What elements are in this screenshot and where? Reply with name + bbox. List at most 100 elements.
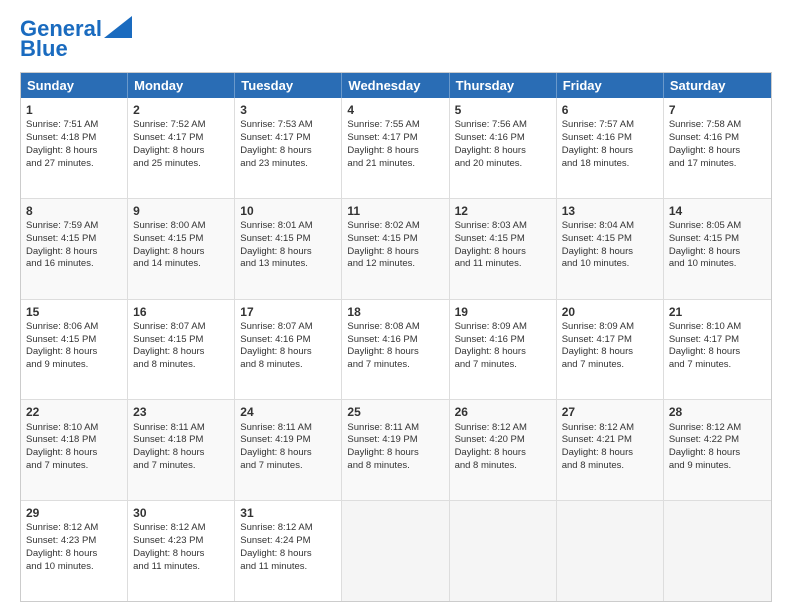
day-cell-16: 16Sunrise: 8:07 AMSunset: 4:15 PMDayligh… bbox=[128, 300, 235, 400]
day-info-line: Sunrise: 7:52 AM bbox=[133, 119, 229, 132]
day-cell-12: 12Sunrise: 8:03 AMSunset: 4:15 PMDayligh… bbox=[450, 199, 557, 299]
day-info-line: Daylight: 8 hours bbox=[347, 246, 443, 259]
day-info-line: Sunset: 4:18 PM bbox=[133, 434, 229, 447]
day-number: 21 bbox=[669, 304, 766, 320]
day-info-line: and 17 minutes. bbox=[669, 158, 766, 171]
day-cell-1: 1Sunrise: 7:51 AMSunset: 4:18 PMDaylight… bbox=[21, 98, 128, 198]
day-info-line: Daylight: 8 hours bbox=[347, 145, 443, 158]
day-info-line: Sunset: 4:15 PM bbox=[26, 334, 122, 347]
day-cell-11: 11Sunrise: 8:02 AMSunset: 4:15 PMDayligh… bbox=[342, 199, 449, 299]
day-info-line: Daylight: 8 hours bbox=[562, 447, 658, 460]
day-number: 24 bbox=[240, 404, 336, 420]
day-number: 27 bbox=[562, 404, 658, 420]
day-info-line: Daylight: 8 hours bbox=[562, 246, 658, 259]
header-day-wednesday: Wednesday bbox=[342, 73, 449, 98]
day-info-line: Daylight: 8 hours bbox=[133, 246, 229, 259]
logo-blue: Blue bbox=[20, 36, 68, 62]
day-number: 8 bbox=[26, 203, 122, 219]
day-cell-31: 31Sunrise: 8:12 AMSunset: 4:24 PMDayligh… bbox=[235, 501, 342, 601]
day-info-line: Sunrise: 8:10 AM bbox=[26, 422, 122, 435]
day-info-line: Sunset: 4:15 PM bbox=[133, 334, 229, 347]
day-cell-18: 18Sunrise: 8:08 AMSunset: 4:16 PMDayligh… bbox=[342, 300, 449, 400]
day-info-line: and 8 minutes. bbox=[133, 359, 229, 372]
day-info-line: Daylight: 8 hours bbox=[26, 145, 122, 158]
day-info-line: Sunset: 4:16 PM bbox=[347, 334, 443, 347]
calendar-row-1: 1Sunrise: 7:51 AMSunset: 4:18 PMDaylight… bbox=[21, 98, 771, 198]
day-cell-30: 30Sunrise: 8:12 AMSunset: 4:23 PMDayligh… bbox=[128, 501, 235, 601]
day-number: 15 bbox=[26, 304, 122, 320]
day-number: 19 bbox=[455, 304, 551, 320]
day-cell-4: 4Sunrise: 7:55 AMSunset: 4:17 PMDaylight… bbox=[342, 98, 449, 198]
day-info-line: Sunrise: 8:12 AM bbox=[669, 422, 766, 435]
day-info-line: Sunset: 4:15 PM bbox=[455, 233, 551, 246]
day-info-line: Sunrise: 8:07 AM bbox=[240, 321, 336, 334]
day-cell-20: 20Sunrise: 8:09 AMSunset: 4:17 PMDayligh… bbox=[557, 300, 664, 400]
day-info-line: Sunset: 4:17 PM bbox=[347, 132, 443, 145]
calendar-body: 1Sunrise: 7:51 AMSunset: 4:18 PMDaylight… bbox=[21, 98, 771, 601]
day-cell-23: 23Sunrise: 8:11 AMSunset: 4:18 PMDayligh… bbox=[128, 400, 235, 500]
day-cell-5: 5Sunrise: 7:56 AMSunset: 4:16 PMDaylight… bbox=[450, 98, 557, 198]
day-info-line: Sunrise: 8:12 AM bbox=[240, 522, 336, 535]
header-day-tuesday: Tuesday bbox=[235, 73, 342, 98]
header-day-sunday: Sunday bbox=[21, 73, 128, 98]
day-info-line: Sunset: 4:17 PM bbox=[669, 334, 766, 347]
day-info-line: and 9 minutes. bbox=[669, 460, 766, 473]
day-info-line: Sunrise: 7:57 AM bbox=[562, 119, 658, 132]
day-info-line: and 7 minutes. bbox=[562, 359, 658, 372]
day-info-line: Daylight: 8 hours bbox=[240, 346, 336, 359]
day-cell-28: 28Sunrise: 8:12 AMSunset: 4:22 PMDayligh… bbox=[664, 400, 771, 500]
day-info-line: Sunset: 4:17 PM bbox=[240, 132, 336, 145]
header-day-friday: Friday bbox=[557, 73, 664, 98]
day-cell-6: 6Sunrise: 7:57 AMSunset: 4:16 PMDaylight… bbox=[557, 98, 664, 198]
day-number: 6 bbox=[562, 102, 658, 118]
day-info-line: Sunrise: 8:01 AM bbox=[240, 220, 336, 233]
day-info-line: Daylight: 8 hours bbox=[26, 346, 122, 359]
day-info-line: and 12 minutes. bbox=[347, 258, 443, 271]
day-number: 4 bbox=[347, 102, 443, 118]
day-cell-7: 7Sunrise: 7:58 AMSunset: 4:16 PMDaylight… bbox=[664, 98, 771, 198]
day-cell-13: 13Sunrise: 8:04 AMSunset: 4:15 PMDayligh… bbox=[557, 199, 664, 299]
logo-icon bbox=[104, 16, 132, 38]
day-info-line: Sunset: 4:17 PM bbox=[133, 132, 229, 145]
day-cell-17: 17Sunrise: 8:07 AMSunset: 4:16 PMDayligh… bbox=[235, 300, 342, 400]
day-info-line: Sunset: 4:20 PM bbox=[455, 434, 551, 447]
day-info-line: Sunset: 4:16 PM bbox=[240, 334, 336, 347]
empty-cell bbox=[450, 501, 557, 601]
day-cell-29: 29Sunrise: 8:12 AMSunset: 4:23 PMDayligh… bbox=[21, 501, 128, 601]
day-info-line: Sunrise: 8:12 AM bbox=[26, 522, 122, 535]
day-number: 23 bbox=[133, 404, 229, 420]
day-info-line: and 20 minutes. bbox=[455, 158, 551, 171]
day-cell-27: 27Sunrise: 8:12 AMSunset: 4:21 PMDayligh… bbox=[557, 400, 664, 500]
day-cell-25: 25Sunrise: 8:11 AMSunset: 4:19 PMDayligh… bbox=[342, 400, 449, 500]
day-info-line: and 9 minutes. bbox=[26, 359, 122, 372]
header-day-monday: Monday bbox=[128, 73, 235, 98]
day-info-line: Sunset: 4:16 PM bbox=[455, 334, 551, 347]
day-info-line: Sunset: 4:23 PM bbox=[26, 535, 122, 548]
day-info-line: Sunset: 4:18 PM bbox=[26, 434, 122, 447]
day-info-line: Daylight: 8 hours bbox=[455, 145, 551, 158]
day-info-line: Sunrise: 8:00 AM bbox=[133, 220, 229, 233]
day-number: 31 bbox=[240, 505, 336, 521]
day-number: 17 bbox=[240, 304, 336, 320]
day-info-line: and 7 minutes. bbox=[133, 460, 229, 473]
day-info-line: Sunrise: 8:06 AM bbox=[26, 321, 122, 334]
day-info-line: and 18 minutes. bbox=[562, 158, 658, 171]
calendar-header: SundayMondayTuesdayWednesdayThursdayFrid… bbox=[21, 73, 771, 98]
day-info-line: and 8 minutes. bbox=[347, 460, 443, 473]
day-number: 16 bbox=[133, 304, 229, 320]
day-number: 14 bbox=[669, 203, 766, 219]
day-info-line: Sunset: 4:18 PM bbox=[26, 132, 122, 145]
day-info-line: Sunset: 4:15 PM bbox=[240, 233, 336, 246]
day-info-line: Sunset: 4:22 PM bbox=[669, 434, 766, 447]
day-info-line: Daylight: 8 hours bbox=[347, 346, 443, 359]
day-info-line: Sunrise: 8:05 AM bbox=[669, 220, 766, 233]
day-info-line: Sunrise: 7:59 AM bbox=[26, 220, 122, 233]
day-info-line: and 27 minutes. bbox=[26, 158, 122, 171]
day-info-line: Daylight: 8 hours bbox=[26, 246, 122, 259]
calendar-row-3: 15Sunrise: 8:06 AMSunset: 4:15 PMDayligh… bbox=[21, 299, 771, 400]
empty-cell bbox=[557, 501, 664, 601]
day-cell-8: 8Sunrise: 7:59 AMSunset: 4:15 PMDaylight… bbox=[21, 199, 128, 299]
day-info-line: Sunset: 4:17 PM bbox=[562, 334, 658, 347]
day-cell-26: 26Sunrise: 8:12 AMSunset: 4:20 PMDayligh… bbox=[450, 400, 557, 500]
day-info-line: Daylight: 8 hours bbox=[240, 246, 336, 259]
